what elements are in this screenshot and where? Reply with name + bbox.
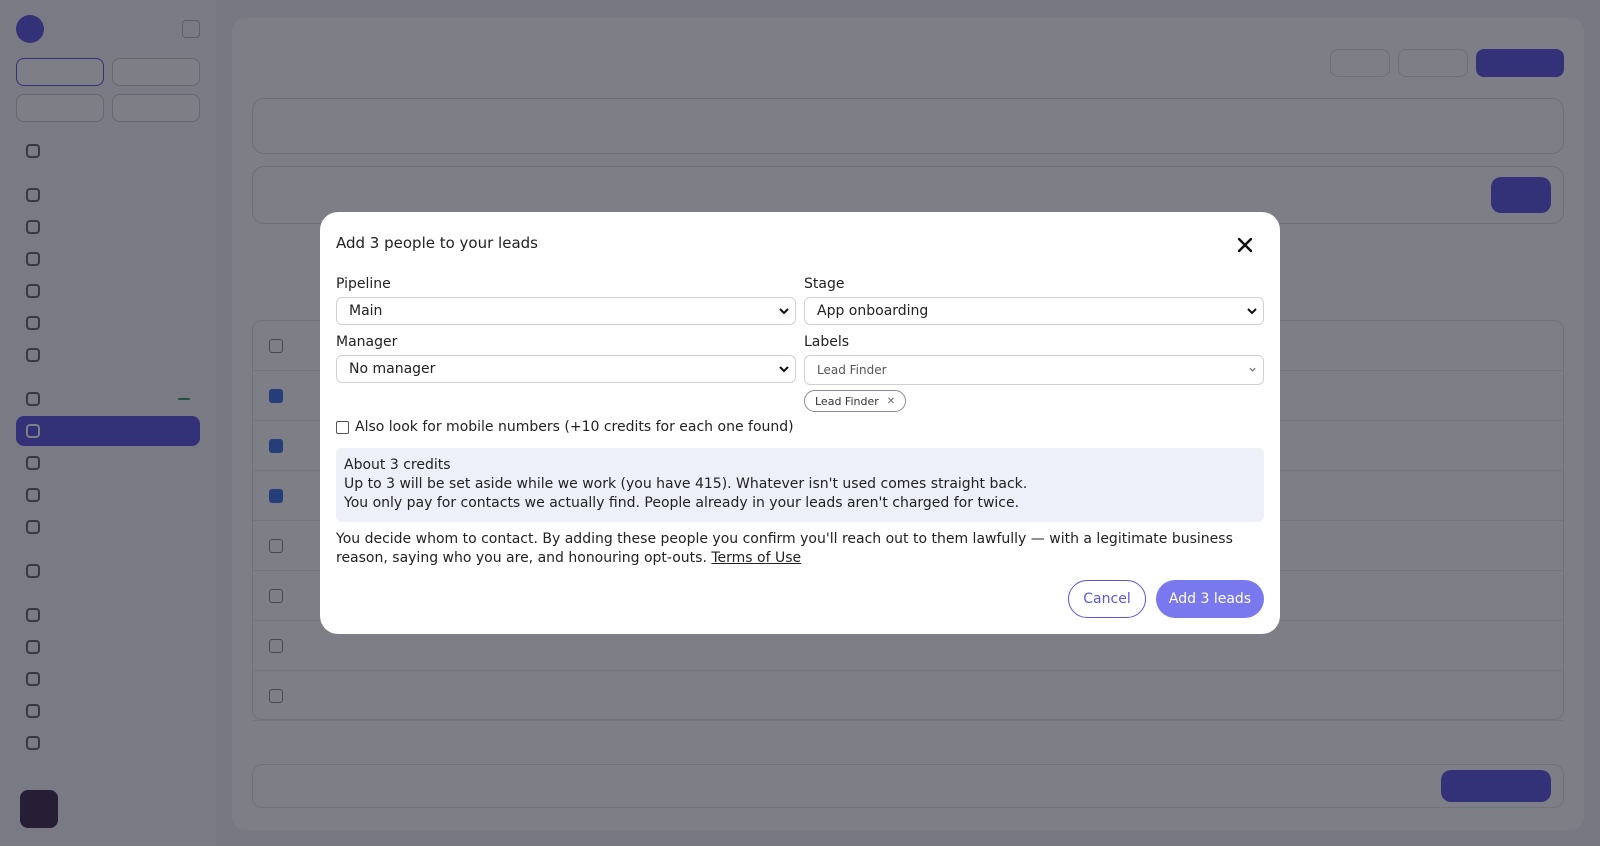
stage-value: App onboarding — [817, 303, 929, 319]
cancel-button[interactable]: Cancel — [1068, 580, 1146, 618]
pipeline-value: Main — [349, 303, 383, 319]
chevron-down-icon — [779, 308, 789, 315]
mobile-numbers-label: Also look for mobile numbers (+10 credit… — [355, 419, 794, 435]
pipeline-label: Pipeline — [336, 276, 391, 292]
close-icon[interactable] — [1234, 234, 1256, 256]
add-leads-button[interactable]: Add 3 leads — [1156, 580, 1264, 618]
manager-select[interactable]: No manager — [336, 355, 796, 383]
credits-line-1: Up to 3 will be set aside while we work … — [344, 476, 1028, 492]
manager-label: Manager — [336, 334, 398, 350]
label-chip: Lead Finder ✕ — [804, 390, 907, 412]
label-chip-text: Lead Finder — [815, 394, 879, 408]
manager-value: No manager — [349, 361, 436, 377]
credits-info-box: About 3 credits Up to 3 will be set asid… — [336, 448, 1264, 522]
stage-label: Stage — [804, 276, 845, 292]
credits-line-2: You only pay for contacts we actually fi… — [344, 495, 1020, 511]
labels-select[interactable]: Lead Finder — [804, 355, 1264, 385]
chevron-down-icon — [1247, 308, 1257, 315]
labels-value: Lead Finder — [817, 363, 887, 377]
chevron-down-icon — [1249, 367, 1256, 372]
consent-notice: You decide whom to contact. By adding th… — [336, 530, 1268, 568]
mobile-numbers-checkbox[interactable] — [336, 420, 349, 434]
add-leads-dialog: Add 3 people to your leads Pipeline Main… — [320, 212, 1280, 634]
mobile-numbers-option[interactable]: Also look for mobile numbers (+10 credit… — [336, 419, 794, 435]
chevron-down-icon — [779, 366, 789, 373]
labels-label: Labels — [804, 334, 850, 350]
stage-select[interactable]: App onboarding — [804, 297, 1264, 325]
credits-heading: About 3 credits — [344, 457, 451, 473]
terms-of-use-link[interactable]: Terms of Use — [711, 550, 801, 566]
remove-chip-icon[interactable]: ✕ — [887, 396, 895, 407]
pipeline-select[interactable]: Main — [336, 297, 796, 325]
dialog-title: Add 3 people to your leads — [336, 234, 538, 252]
